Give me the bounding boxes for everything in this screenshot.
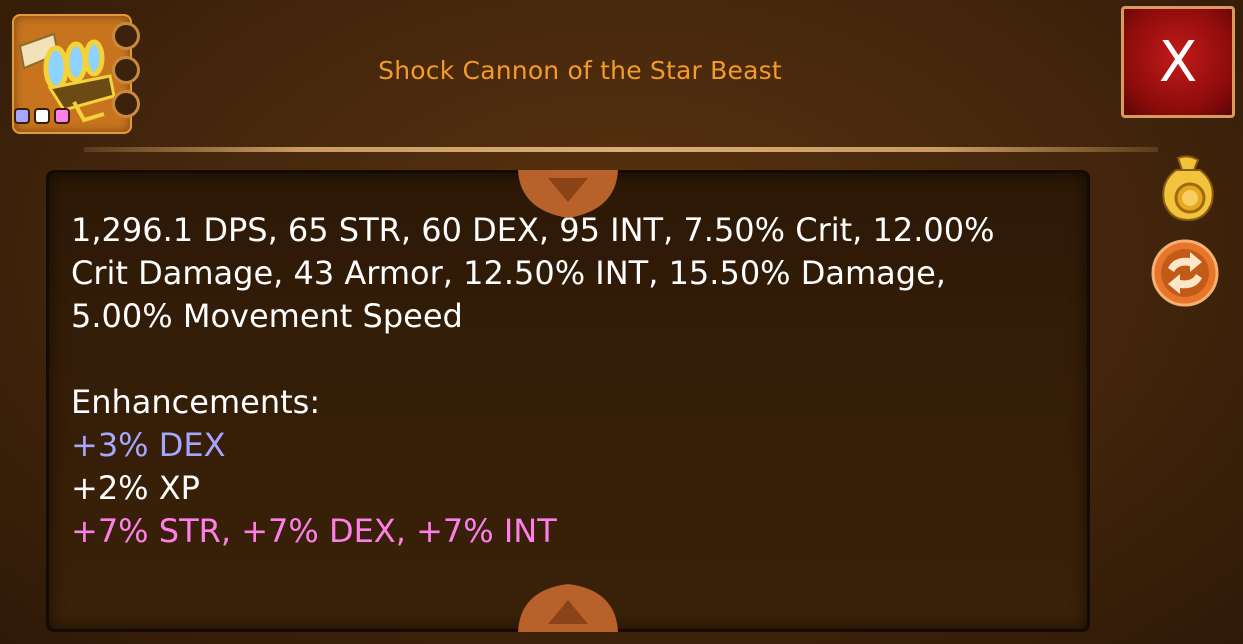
enhancements-heading: Enhancements: bbox=[71, 383, 321, 421]
gem-socket bbox=[112, 22, 140, 50]
swap-button[interactable] bbox=[1150, 238, 1220, 312]
coin-bag-icon bbox=[1162, 155, 1214, 222]
divider bbox=[84, 147, 1158, 152]
stats-text: 1,296.1 DPS, 65 STR, 60 DEX, 95 INT, 7.5… bbox=[71, 209, 1031, 553]
gem-indicator bbox=[14, 108, 30, 124]
item-title: Shock Cannon of the Star Beast bbox=[378, 56, 782, 85]
scroll-up-icon bbox=[518, 584, 618, 632]
enhancement-line: +7% STR, +7% DEX, +7% INT bbox=[71, 512, 557, 550]
enhancement-line: +2% XP bbox=[71, 469, 200, 507]
sell-button[interactable] bbox=[1156, 152, 1220, 228]
scroll-up-button[interactable] bbox=[518, 584, 618, 632]
enhancement-gems bbox=[14, 108, 70, 124]
scroll-down-icon bbox=[518, 170, 618, 218]
gem-socket bbox=[112, 56, 140, 84]
gem-socket bbox=[112, 90, 140, 118]
gem-indicator bbox=[34, 108, 50, 124]
socket-column bbox=[112, 22, 140, 124]
close-button[interactable]: X bbox=[1121, 6, 1235, 118]
stat-line: 5.00% Movement Speed bbox=[71, 297, 463, 335]
stat-line: Crit Damage, 43 Armor, 12.50% INT, 15.50… bbox=[71, 254, 946, 292]
scroll-down-button[interactable] bbox=[518, 170, 618, 218]
stats-panel[interactable]: 1,296.1 DPS, 65 STR, 60 DEX, 95 INT, 7.5… bbox=[46, 170, 1090, 632]
gem-indicator bbox=[54, 108, 70, 124]
swap-arrows-icon bbox=[1151, 239, 1219, 307]
enhancement-line: +3% DEX bbox=[71, 426, 226, 464]
